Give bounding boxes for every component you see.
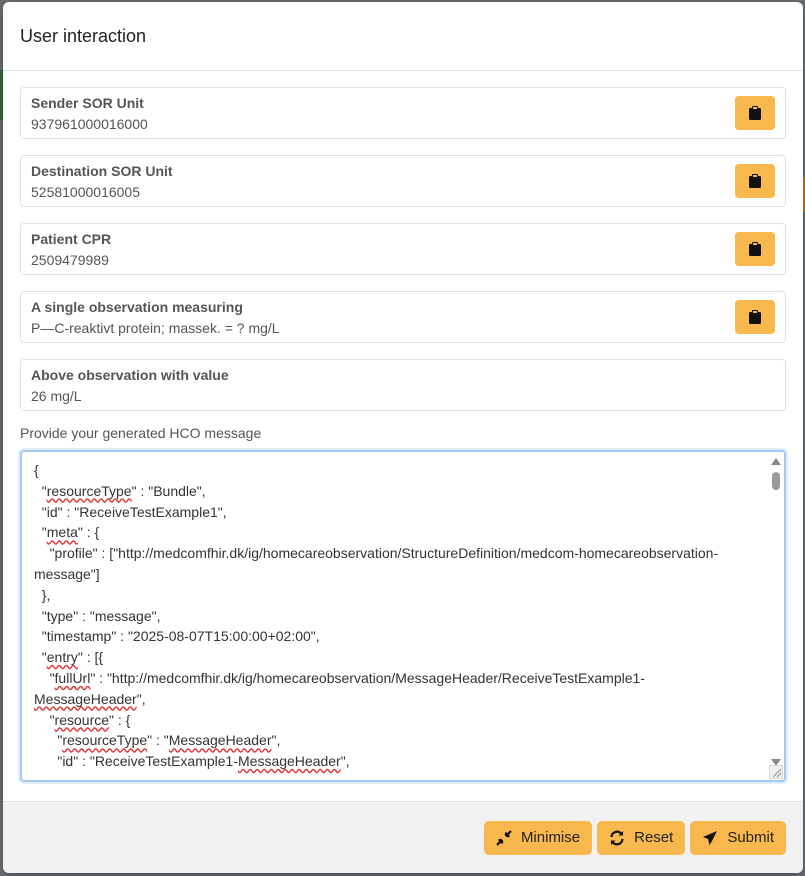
field-value: 26 mg/L <box>31 388 82 404</box>
copy-patient-cpr-button[interactable] <box>735 232 775 266</box>
dialog-title: User interaction <box>20 25 147 46</box>
field-label: Sender SOR Unit <box>31 95 144 111</box>
scroll-thumb[interactable] <box>772 472 780 490</box>
observation-measuring-card: A single observation measuring P—C-reakt… <box>20 291 786 343</box>
copy-destination-sor-button[interactable] <box>735 164 775 198</box>
user-interaction-dialog: User interaction Sender SOR Unit 9379610… <box>3 2 803 873</box>
scroll-up-arrow-icon[interactable] <box>771 458 781 465</box>
field-label: A single observation measuring <box>31 299 243 315</box>
dialog-footer: Minimise Reset Submit <box>3 801 803 873</box>
reset-button[interactable]: Reset <box>597 820 686 855</box>
refresh-icon <box>609 830 625 846</box>
field-value: 2509479989 <box>31 252 109 268</box>
hco-message-content[interactable]: { "resourceType" : "Bundle", "id" : "Rec… <box>22 452 766 780</box>
clipboard-icon <box>749 174 761 188</box>
field-label: Above observation with value <box>31 367 229 383</box>
patient-cpr-card: Patient CPR 2509479989 <box>20 223 786 275</box>
field-value: P—C-reaktivt protein; massek. = ? mg/L <box>31 320 280 336</box>
submit-button[interactable]: Submit <box>690 820 786 855</box>
field-label: Patient CPR <box>31 231 112 247</box>
resize-grip-icon[interactable] <box>768 764 784 780</box>
compress-arrows-icon <box>496 829 512 846</box>
dialog-header: User interaction <box>3 2 803 71</box>
clipboard-icon <box>749 106 761 120</box>
copy-observation-button[interactable] <box>735 300 775 334</box>
hco-message-textarea[interactable]: { "resourceType" : "Bundle", "id" : "Rec… <box>20 450 786 782</box>
field-value: 937961000016000 <box>31 116 148 132</box>
minimise-label: Minimise <box>520 829 581 846</box>
clipboard-icon <box>749 242 761 256</box>
field-label: Destination SOR Unit <box>31 163 173 179</box>
sender-sor-unit-card: Sender SOR Unit 937961000016000 <box>20 87 786 139</box>
hco-message-label: Provide your generated HCO message <box>20 425 262 441</box>
dialog-body: Sender SOR Unit 937961000016000 Destinat… <box>3 71 803 782</box>
minimise-button[interactable]: Minimise <box>483 820 593 855</box>
field-value: 52581000016005 <box>31 184 141 200</box>
reset-label: Reset <box>634 829 674 846</box>
destination-sor-unit-card: Destination SOR Unit 52581000016005 <box>20 155 786 207</box>
paper-plane-icon <box>702 830 718 846</box>
textarea-scrollbar[interactable] <box>770 456 782 768</box>
submit-label: Submit <box>727 829 774 846</box>
clipboard-icon <box>749 310 761 324</box>
observation-value-card: Above observation with value 26 mg/L <box>20 359 786 411</box>
copy-sender-sor-button[interactable] <box>735 96 775 130</box>
